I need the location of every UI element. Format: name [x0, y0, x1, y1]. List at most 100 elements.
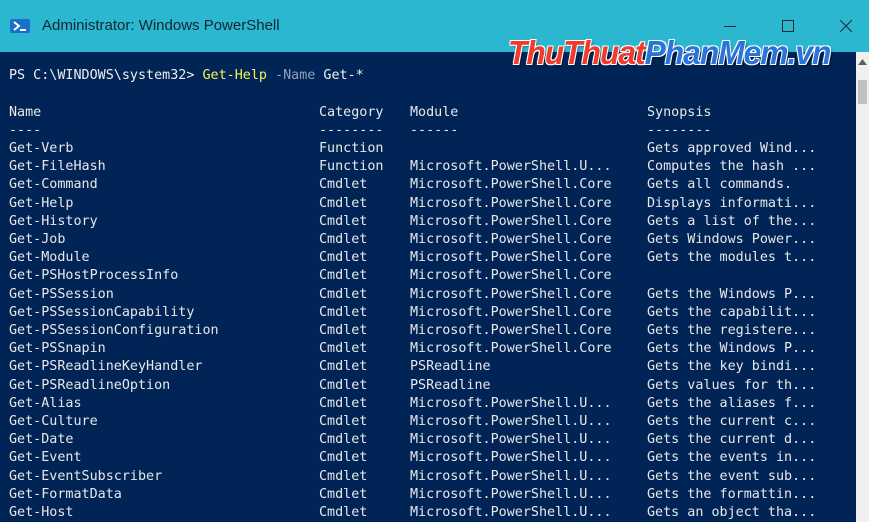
cell-category: Cmdlet [319, 213, 368, 229]
cell-module: Microsoft.PowerShell.Core [410, 232, 612, 247]
cell-module: Microsoft.PowerShell.Core [410, 323, 612, 338]
cell-module: Microsoft.PowerShell.Core [410, 341, 612, 357]
cell-category: Cmdlet [319, 304, 368, 320]
cell-module: Microsoft.PowerShell.U... [410, 450, 612, 466]
maximize-icon [782, 20, 794, 32]
cell-synopsis: Computes the hash ... [647, 159, 817, 175]
cell-synopsis: Gets an object tha... [647, 505, 817, 520]
cell-module: Microsoft.PowerShell.U... [410, 486, 612, 502]
cell-module: Microsoft.PowerShell.Core [410, 195, 612, 211]
command-text: Get-Help [202, 68, 267, 83]
cell-synopsis: Gets values for th... [647, 377, 817, 393]
cell-synopsis: Gets the capabilit... [647, 304, 817, 320]
watermark-part1: ThuThuat [508, 34, 646, 71]
cell-name: Get-Alias [9, 395, 82, 411]
cell-name: Get-EventSubscriber [9, 468, 163, 484]
cell-category: Cmdlet [319, 395, 368, 411]
cell-name: Get-Module [9, 250, 90, 266]
scroll-thumb[interactable] [858, 80, 867, 104]
cell-category: Cmdlet [319, 268, 368, 284]
cell-category: Cmdlet [319, 286, 368, 302]
cell-category: Function [319, 141, 384, 156]
parameter-text: -Name [266, 68, 316, 83]
cell-name: Get-FormatData [9, 486, 122, 502]
cell-synopsis: Gets the registere... [647, 323, 817, 338]
cell-name: Get-Command [9, 177, 98, 193]
cell-name: Get-History [9, 213, 98, 229]
cell-synopsis: Displays informati... [647, 195, 817, 211]
cell-module: PSReadline [410, 359, 491, 375]
cell-name: Get-Event [9, 450, 82, 466]
cell-name: Get-Date [9, 432, 74, 448]
cell-synopsis: Gets the events in... [647, 450, 817, 466]
cell-category: Cmdlet [319, 232, 368, 247]
header-row: Name Category Module Synopsis [9, 104, 712, 122]
minimize-icon [724, 26, 736, 27]
cell-category: Cmdlet [319, 177, 368, 193]
cell-synopsis: Gets the Windows P... [647, 286, 817, 302]
column-header-category: Category [319, 105, 384, 120]
cell-name: Get-Help [9, 195, 74, 211]
prompt-line: PS C:\WINDOWS\system32> Get-Help -Name G… [9, 67, 364, 85]
cell-synopsis: Gets the current d... [647, 432, 817, 448]
cell-category: Cmdlet [319, 250, 368, 266]
cell-module: Microsoft.PowerShell.U... [410, 505, 612, 520]
cell-module: Microsoft.PowerShell.U... [410, 432, 612, 448]
cell-module: PSReadline [410, 377, 491, 393]
cell-synopsis: Gets the current c... [647, 414, 817, 429]
column-header-module: Module [410, 105, 459, 120]
cell-synopsis: Gets Windows Power... [647, 232, 817, 247]
cell-synopsis: Gets the key bindi... [647, 359, 817, 375]
cell-category: Cmdlet [319, 486, 368, 502]
prompt-path: PS C:\WINDOWS\system32> [9, 68, 203, 83]
cell-synopsis: Gets a list of the... [647, 213, 817, 229]
cell-category: Cmdlet [319, 377, 368, 393]
separator: -------- [319, 123, 384, 138]
column-header-synopsis: Synopsis [647, 105, 712, 120]
cell-name: Get-PSSnapin [9, 341, 106, 357]
separator-row: ---- -------- ------ -------- [9, 122, 712, 140]
vertical-scrollbar[interactable] [856, 52, 869, 522]
separator: ---- [9, 123, 42, 138]
cell-module: Microsoft.PowerShell.U... [410, 159, 612, 175]
cell-synopsis: Gets the Windows P... [647, 341, 817, 357]
cell-category: Cmdlet [319, 341, 368, 357]
argument-text: Get-* [315, 68, 364, 83]
watermark-part2: PhanMem.vn [644, 34, 832, 71]
cell-category: Cmdlet [319, 359, 368, 375]
close-icon [840, 20, 852, 32]
cell-module: Microsoft.PowerShell.Core [410, 177, 612, 193]
watermark-logo: ThuThuatPhanMem.vn [508, 34, 832, 72]
cell-category: Cmdlet [319, 450, 368, 466]
cell-category: Cmdlet [319, 323, 368, 338]
cell-synopsis: Gets the formattin... [647, 486, 817, 502]
cell-module: Microsoft.PowerShell.Core [410, 304, 612, 320]
window-title: Administrator: Windows PowerShell [42, 17, 280, 34]
scroll-up-button[interactable] [856, 52, 869, 72]
cell-synopsis: Gets the modules t... [647, 250, 817, 266]
cell-category: Cmdlet [319, 195, 368, 211]
cell-category: Cmdlet [319, 468, 368, 484]
cell-synopsis: Gets the event sub... [647, 468, 817, 484]
cell-name: Get-PSReadlineOption [9, 377, 171, 393]
cell-module: Microsoft.PowerShell.Core [410, 213, 612, 229]
cell-category: Function [319, 159, 384, 175]
column-header-name: Name [9, 105, 42, 120]
cell-category: Cmdlet [319, 505, 368, 520]
cell-name: Get-Culture [9, 414, 98, 429]
cell-module: Microsoft.PowerShell.Core [410, 268, 612, 284]
cell-name: Get-PSReadlineKeyHandler [9, 359, 203, 375]
cell-name: Get-Verb [9, 141, 74, 156]
cell-name: Get-PSSessionCapability [9, 304, 195, 320]
cell-name: Get-Job [9, 232, 66, 247]
cell-name: Get-PSSessionConfiguration [9, 323, 219, 338]
console-output[interactable]: PS C:\WINDOWS\system32> Get-Help -Name G… [0, 52, 856, 522]
cell-synopsis: Gets approved Wind... [647, 141, 817, 156]
cell-name: Get-FileHash [9, 159, 106, 175]
cell-synopsis: Gets all commands. [647, 177, 793, 193]
powershell-icon [10, 19, 30, 33]
cell-module: Microsoft.PowerShell.U... [410, 468, 612, 484]
cell-name: Get-PSHostProcessInfo [9, 268, 179, 284]
cell-category: Cmdlet [319, 414, 368, 429]
cell-name: Get-Host [9, 505, 74, 520]
